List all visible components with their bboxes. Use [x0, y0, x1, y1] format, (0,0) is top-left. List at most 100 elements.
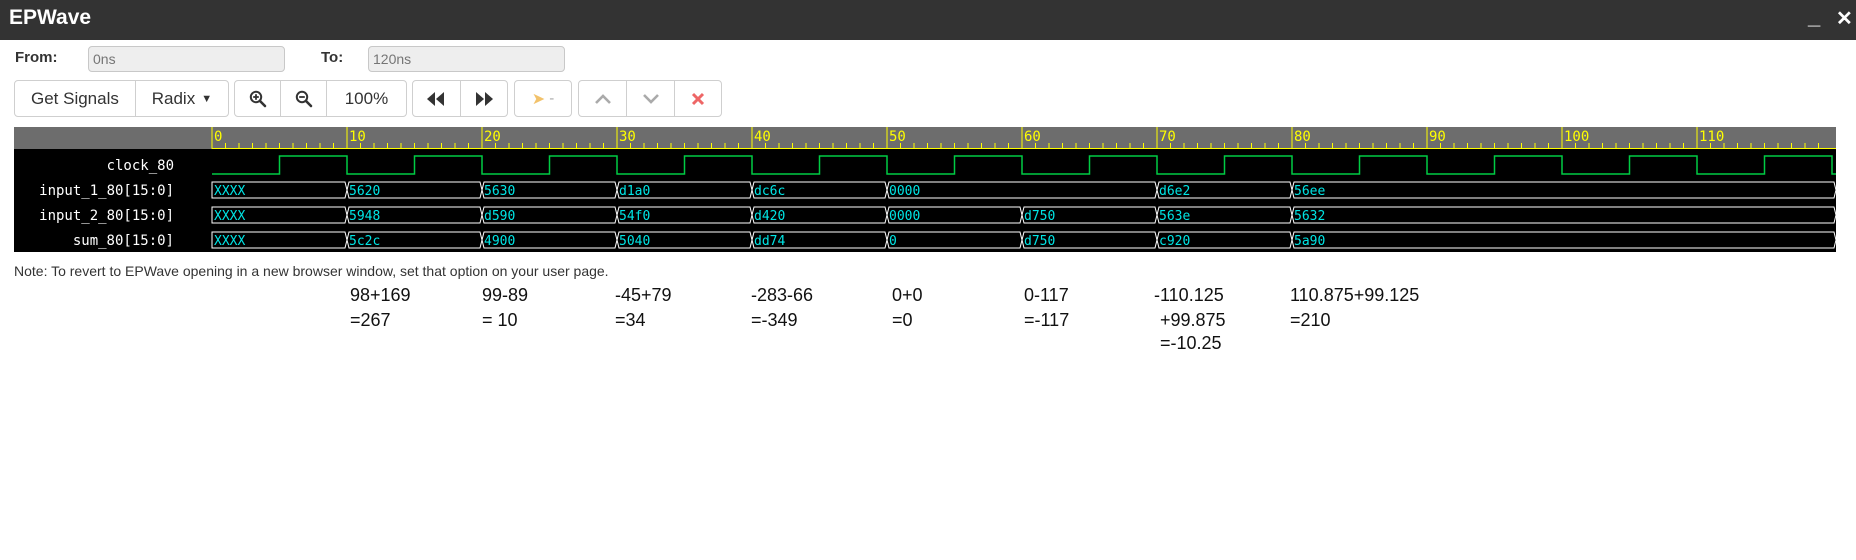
zoom-out-icon: [295, 90, 313, 107]
bus-value: XXXX: [214, 184, 245, 199]
close-icon[interactable]: ✕: [1836, 6, 1853, 31]
from-input[interactable]: [88, 46, 285, 72]
annotation-line: =210: [1290, 310, 1331, 330]
previous-transition-button[interactable]: [413, 81, 460, 116]
delete-signal-button[interactable]: [673, 81, 721, 116]
to-label: To:: [321, 49, 344, 66]
bus-value: XXXX: [214, 234, 245, 249]
bus-value: d1a0: [619, 184, 650, 199]
bus-value: 5620: [349, 184, 380, 199]
get-signals-button[interactable]: Get Signals: [15, 81, 135, 116]
bus-value: 5632: [1294, 209, 1325, 224]
bus-value: dd74: [754, 234, 785, 249]
zoom-in-button[interactable]: [235, 81, 280, 116]
marker-button-group: ➤ -: [514, 80, 572, 117]
move-up-button[interactable]: [579, 81, 626, 116]
annotation-4: -283-66 =-349: [751, 285, 813, 331]
bus-value: 5c2c: [349, 234, 380, 249]
bus-value: XXXX: [214, 209, 245, 224]
bus-value: 5948: [349, 209, 380, 224]
signals-button-group: Get Signals Radix ▼: [14, 80, 229, 117]
bus-value: 5630: [484, 184, 515, 199]
navigate-button-group: [412, 80, 508, 117]
zoom-out-button[interactable]: [280, 81, 325, 116]
annotation-1: 98+169 =267: [350, 285, 411, 331]
signal-name: input_1_80[15:0]: [39, 183, 174, 199]
annotation-line: +99.875: [1160, 310, 1226, 330]
tick-label: 60: [1024, 129, 1041, 145]
annotation-7: -110.125 +99.875 =-10.25: [1154, 285, 1226, 354]
radix-dropdown[interactable]: Radix ▼: [134, 81, 228, 116]
tick-label: 90: [1429, 129, 1446, 145]
tick-label: 50: [889, 129, 906, 145]
annotation-line: = 10: [482, 310, 518, 330]
annotation-2: 99-89 = 10: [482, 285, 528, 331]
bus-value: d420: [754, 209, 785, 224]
bus-value: 5a90: [1294, 234, 1325, 249]
marker-icon: ➤: [531, 90, 546, 108]
bus-value: 563e: [1159, 209, 1190, 224]
radix-label: Radix: [151, 88, 196, 108]
annotation-line: =-10.25: [1160, 333, 1222, 353]
waveform-viewer[interactable]: 0 10 20 30 40 50 60 70 80 90 100 110 clock_80 input_1…: [14, 127, 1836, 252]
bus-value: 0000: [889, 209, 920, 224]
signal-name: sum_80[15:0]: [73, 233, 174, 249]
title-bar: EPWave _ ✕: [0, 0, 1856, 40]
annotation-line: -110.125: [1154, 285, 1224, 305]
zoom-level-label: 100%: [344, 88, 389, 108]
bus-value: dc6c: [754, 184, 785, 199]
get-signals-label: Get Signals: [30, 88, 119, 108]
time-ruler: [14, 127, 1836, 149]
bus-value: c920: [1159, 234, 1190, 249]
bus-value: 0000: [889, 184, 920, 199]
annotation-6: 0-117 =-117: [1024, 285, 1069, 331]
tick-label: 0: [214, 129, 222, 145]
annotation-line: 0-117: [1024, 285, 1069, 305]
annotation-8: 110.875+99.125 =210: [1290, 285, 1419, 331]
bus-value: 0: [889, 234, 897, 249]
tick-label: 80: [1294, 129, 1311, 145]
to-input[interactable]: [368, 46, 565, 72]
delete-icon: [691, 92, 704, 105]
bus-value: d750: [1024, 209, 1055, 224]
next-transition-button[interactable]: [459, 81, 507, 116]
bus-value: d750: [1024, 234, 1055, 249]
chevron-down-icon: [642, 93, 659, 104]
annotation-line: =267: [350, 310, 391, 330]
from-label: From:: [15, 49, 58, 66]
tick-label: 40: [754, 129, 771, 145]
signal-name-clock: clock_80: [107, 158, 174, 174]
bus-value: 4900: [484, 234, 515, 249]
caret-down-icon: ▼: [201, 92, 213, 105]
bus-value: 56ee: [1294, 184, 1325, 199]
fast-forward-icon: [475, 91, 493, 106]
tick-label: 10: [349, 129, 366, 145]
bus-value: 54f0: [619, 209, 650, 224]
move-down-button[interactable]: [626, 81, 673, 116]
signal-name: input_2_80[15:0]: [39, 208, 174, 224]
tick-label: 20: [484, 129, 501, 145]
bus-value: 5040: [619, 234, 650, 249]
annotation-5: 0+0 =0: [892, 285, 923, 331]
app-title: EPWave: [9, 6, 92, 29]
tick-label: 70: [1159, 129, 1176, 145]
marker-button[interactable]: ➤ -: [515, 81, 571, 116]
minimize-icon[interactable]: _: [1808, 4, 1820, 30]
tick-label: 30: [619, 129, 636, 145]
signal-order-button-group: [578, 80, 722, 117]
annotation-line: =-117: [1024, 310, 1070, 330]
annotation-line: =-349: [751, 310, 798, 330]
bus-value: d6e2: [1159, 184, 1190, 199]
zoom-level-button[interactable]: 100%: [325, 81, 406, 116]
bus-value: d590: [484, 209, 515, 224]
annotation-line: -283-66: [751, 285, 814, 305]
marker-label: -: [549, 90, 555, 107]
annotation-line: 110.875+99.125: [1290, 285, 1420, 305]
annotation-line: =34: [615, 310, 646, 330]
annotation-3: -45+79 =34: [615, 285, 672, 331]
chevron-up-icon: [594, 93, 611, 104]
annotation-line: 98+169: [350, 285, 411, 305]
zoom-button-group: 100%: [234, 80, 407, 117]
note-text: Note: To revert to EPWave opening in a n…: [14, 263, 609, 279]
annotation-line: 99-89: [482, 285, 529, 305]
